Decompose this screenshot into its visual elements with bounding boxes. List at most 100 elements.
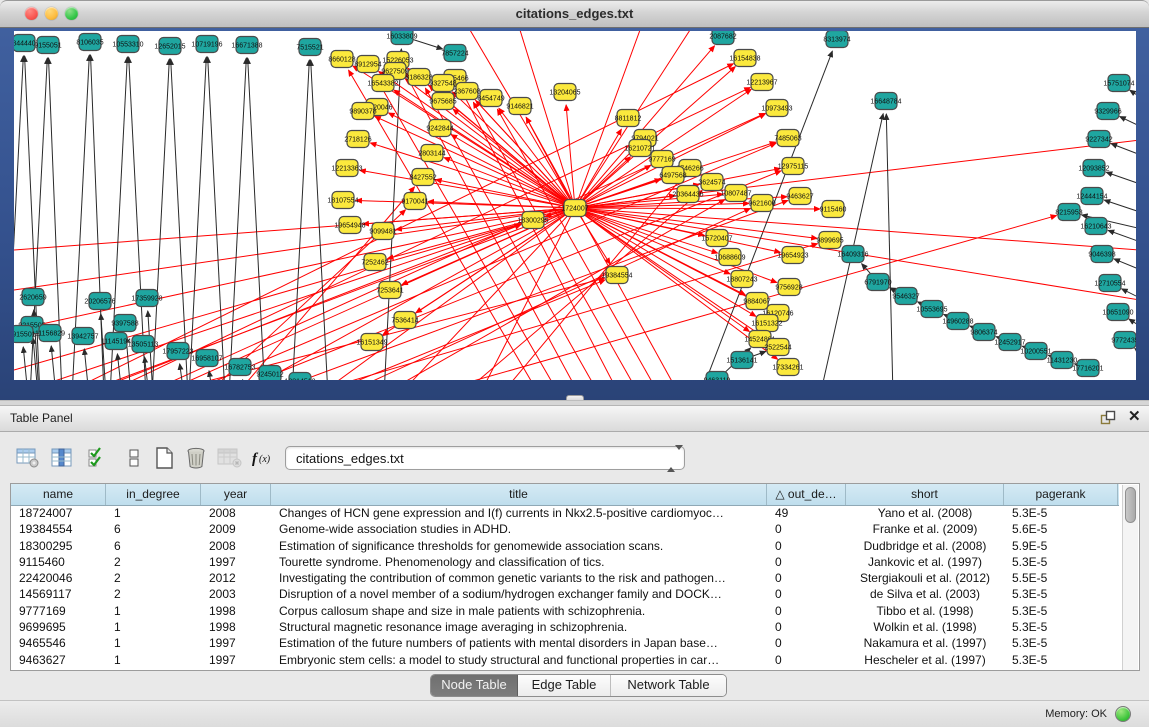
graph-node-teal[interactable]: 9806374 [970,324,997,341]
graph-node-yellow[interactable]: 8912954 [354,56,381,73]
graph-node-teal[interactable]: 12710554 [1094,275,1125,292]
graph-node-yellow[interactable]: 9099481 [369,223,396,240]
graph-node-teal[interactable]: 9227342 [1085,131,1112,148]
graph-node-yellow[interactable]: 9675685 [429,93,456,110]
graph-node-teal[interactable]: 9463119 [704,372,731,389]
table-row[interactable]: 946554611997Estimation of the future num… [11,635,1119,651]
tab-edge-table[interactable]: Edge Table [518,675,611,696]
graph-node-teal[interactable]: 15136141 [726,352,757,369]
graph-node-yellow[interactable]: 16154838 [729,50,760,67]
graph-node-teal[interactable]: 9245012 [256,366,283,383]
select-columns-icon[interactable] [84,444,112,472]
table-row[interactable]: 1456911722003Disruption of a novel membe… [11,586,1119,602]
table-vertical-scrollbar[interactable] [1122,485,1138,670]
graph-node-teal[interactable]: 6791970 [864,274,891,291]
tab-network-table[interactable]: Network Table [611,675,726,696]
import-table-icon[interactable] [216,444,244,472]
graph-node-yellow[interactable]: 9777169 [648,151,675,168]
graph-node-teal[interactable]: 10553695 [916,301,947,318]
graph-node-yellow[interactable]: 16543382 [367,75,398,92]
graph-node-yellow[interactable]: 10807487 [720,185,751,202]
graph-node-teal[interactable]: 10553310 [112,36,143,53]
graph-node-teal[interactable]: 7515521 [296,39,323,56]
graph-node-yellow[interactable]: 1724007 [561,200,588,217]
column-header-in-degree[interactable]: in_degree [106,484,201,505]
graph-node-yellow[interactable]: 8660128 [328,51,355,68]
graph-node-yellow[interactable]: 12213363 [331,160,362,177]
tab-node-table[interactable]: Node Table [431,675,518,696]
graph-node-yellow[interactable]: 17334261 [772,359,803,376]
graph-node-yellow[interactable]: 8427552 [409,169,436,186]
graph-node-teal[interactable]: 7857224 [441,45,468,62]
memory-status-icon[interactable] [1115,706,1131,722]
graph-node-teal[interactable]: 11145194 [101,333,131,350]
graph-node-teal[interactable]: 16648784 [870,93,901,110]
graph-node-yellow[interactable]: 15720407 [701,230,732,247]
graph-node-teal[interactable]: 15751074 [1103,75,1134,92]
table-settings-icon[interactable] [14,444,42,472]
column-header-short[interactable]: short [846,484,1004,505]
graph-node-yellow[interactable]: 6497568 [659,167,686,184]
graph-node-teal[interactable]: 9329966 [1094,103,1121,120]
graph-node-teal[interactable]: 9546327 [892,288,919,305]
column-header-title[interactable]: title [271,484,767,505]
table-row[interactable]: 946362711997Embryonic stem cells: a mode… [11,652,1119,668]
table-row[interactable]: 977716911998Corpus callosum shape and si… [11,603,1119,619]
graph-node-yellow[interactable]: 9890378 [349,103,376,120]
graph-node-yellow[interactable]: 7252462 [361,254,388,271]
graph-node-yellow[interactable]: 7253641 [376,282,403,299]
graph-node-yellow[interactable]: 16151349 [356,334,387,351]
graph-node-teal[interactable]: 20206576 [84,293,115,310]
column-header-out-de-[interactable]: △ out_de… [767,484,846,505]
close-panel-icon[interactable]: ✕ [1128,409,1141,425]
graph-node-yellow[interactable]: 20364436 [672,186,703,203]
graph-node-yellow[interactable]: 13204065 [549,84,580,101]
row-height-icon[interactable] [120,444,148,472]
graph-node-yellow[interactable]: 19654923 [777,247,808,264]
graph-node-teal[interactable]: 8313974 [823,31,850,48]
graph-node-teal[interactable]: 9046398 [1088,246,1115,263]
function-builder-icon[interactable]: f(x) [250,444,278,472]
graph-node-yellow[interactable]: 10973493 [761,100,792,117]
graph-node-teal[interactable]: 13505113 [128,336,159,353]
graph-node-yellow[interactable]: 9463627 [786,188,813,205]
graph-node-teal[interactable]: 17359928 [131,290,162,307]
graph-node-yellow[interactable]: 19654948 [334,217,365,234]
graph-node-teal[interactable]: 16210643 [1080,218,1111,235]
graph-node-teal[interactable]: 16958107 [191,350,222,367]
graph-node-teal[interactable]: 9155051 [34,37,61,54]
graph-node-yellow[interactable]: 10688609 [714,249,745,266]
table-row[interactable]: 1830029562008Estimation of significance … [11,538,1119,554]
column-header-year[interactable]: year [201,484,271,505]
graph-node-teal[interactable]: 12652015 [154,38,185,55]
graph-node-teal[interactable]: 8215953 [1055,204,1082,221]
graph-node-teal[interactable]: 12444154 [1076,188,1107,205]
graph-node-yellow[interactable]: 12213967 [746,74,777,91]
graph-node-teal[interactable]: 12093852 [1078,160,1109,177]
graph-node-yellow[interactable]: 18807243 [726,271,757,288]
scrollbar-thumb[interactable] [1125,487,1136,523]
graph-node-yellow[interactable]: 18300295 [517,212,548,229]
table-row[interactable]: 1938455462009Genome-wide association stu… [11,521,1119,537]
graph-node-teal[interactable]: 13942757 [67,328,98,345]
graph-node-yellow[interactable]: 9621600 [748,195,775,212]
graph-node-teal[interactable]: 3915501 [8,326,35,343]
new-table-icon[interactable] [150,444,178,472]
network-graph-canvas[interactable]: 8811812979402116210721977716997462666497… [0,28,1149,400]
graph-node-teal[interactable]: 14960288 [942,313,973,330]
graph-node-teal[interactable]: 9397588 [111,315,138,332]
graph-node-teal[interactable]: 2087682 [709,28,736,45]
graph-node-yellow[interactable]: 3624574 [698,174,725,191]
delete-table-icon[interactable] [182,444,210,472]
graph-node-yellow[interactable]: 19384554 [601,267,632,284]
graph-node-yellow[interactable]: 7536414 [391,312,418,329]
graph-node-yellow[interactable]: 8811812 [615,110,642,127]
graph-node-yellow[interactable]: 9242844 [426,120,453,137]
graph-node-yellow[interactable]: 16151322 [751,315,782,332]
graph-node-teal[interactable]: 12814512 [284,373,315,390]
graph-node-teal[interactable]: 10719196 [191,36,222,53]
table-row[interactable]: 2242004622012Investigating the contribut… [11,570,1119,586]
graph-node-teal[interactable]: 10651090 [1102,304,1133,321]
column-header-name[interactable]: name [11,484,106,505]
graph-node-teal[interactable]: 16782753 [224,359,255,376]
